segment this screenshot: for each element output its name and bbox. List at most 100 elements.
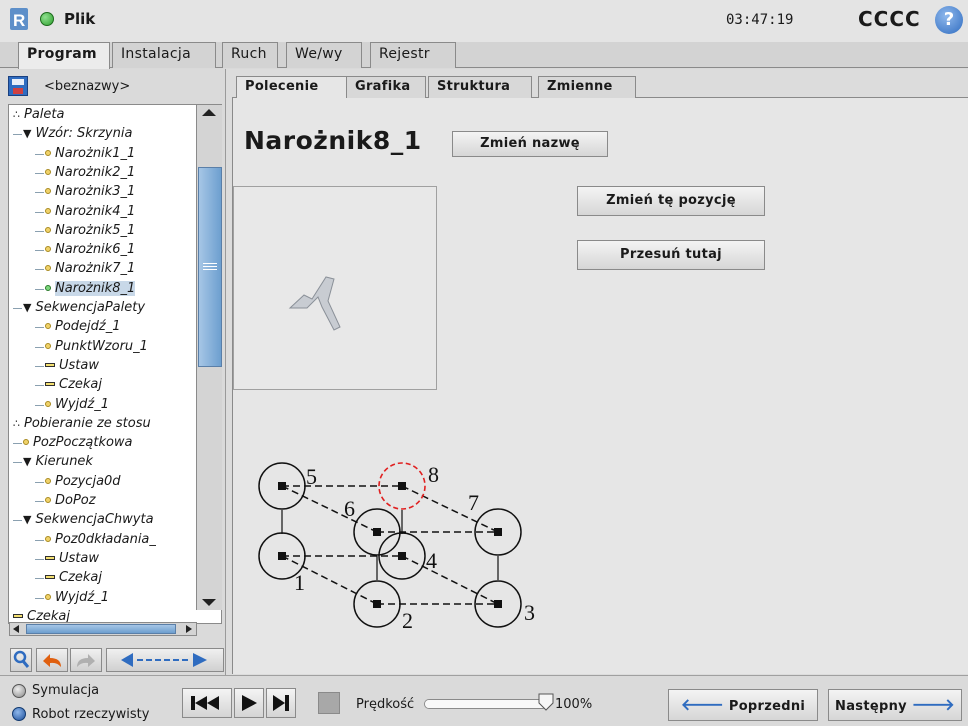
simulation-radio[interactable] xyxy=(12,684,26,698)
tree-node[interactable]: ∴ Pobieranie ze stosu xyxy=(13,414,151,433)
tab-program[interactable]: Program xyxy=(18,42,110,69)
arrow-left-icon: 🡐 xyxy=(680,695,725,714)
label-6: 6 xyxy=(344,496,355,521)
group-icon: ∴ xyxy=(13,416,20,430)
tree-node-label: Pozycja0d xyxy=(55,473,121,489)
speed-slider[interactable] xyxy=(424,699,548,709)
tree-node-label: Narożnik7_1 xyxy=(55,261,136,277)
tree-node[interactable]: Czekaj xyxy=(45,375,102,394)
tree-connector xyxy=(13,443,22,445)
tree-node[interactable]: Podejdź_1 xyxy=(45,317,121,336)
redo-button[interactable] xyxy=(70,648,102,672)
tree-node[interactable]: DoPoz xyxy=(45,491,96,510)
save-icon[interactable] xyxy=(8,76,28,96)
tree-node[interactable]: Narożnik4_1 xyxy=(45,202,135,221)
tree-node[interactable]: PozPoczątkowa xyxy=(23,433,133,452)
tree-node[interactable]: Ustaw xyxy=(45,356,99,375)
next-button[interactable]: Następny 🡒 xyxy=(828,689,962,721)
tree-node[interactable]: Poz0dkładania_ xyxy=(45,530,156,549)
tree-node[interactable]: ▼ SekwencjaChwyta xyxy=(23,510,154,529)
tree-node[interactable]: Pozycja0d xyxy=(45,472,121,491)
speed-slider-handle[interactable] xyxy=(538,693,554,711)
tree-node[interactable]: PunktWzoru_1 xyxy=(45,337,148,356)
tree-node[interactable]: ∴ Paleta xyxy=(13,105,64,124)
tree-node-label: DoPoz xyxy=(55,493,96,508)
tree-node-label: Poz0dkładania_ xyxy=(55,531,156,547)
tree-connector xyxy=(13,308,22,309)
waypoint-icon xyxy=(45,477,51,484)
tab-instalacja[interactable]: Instalacja xyxy=(112,42,216,68)
undo-button[interactable] xyxy=(36,648,68,672)
tree-node[interactable]: Narożnik3_1 xyxy=(45,182,135,201)
command-icon xyxy=(45,555,55,560)
robot-arm-icon xyxy=(288,276,341,331)
scroll-left-icon[interactable] xyxy=(13,625,19,633)
tree-node[interactable]: Ustaw xyxy=(45,549,99,568)
pallet-pattern-diagram: 5 8 6 7 4 1 2 3 xyxy=(258,462,535,633)
waypoint-icon xyxy=(45,207,51,214)
tree-node[interactable]: Wyjdź_1 xyxy=(45,395,109,414)
stop-button[interactable] xyxy=(318,692,340,714)
play-button[interactable] xyxy=(234,688,264,718)
tree-connector xyxy=(35,269,44,271)
tree-node-label: Czekaj xyxy=(59,570,103,586)
real-robot-radio[interactable] xyxy=(12,707,26,721)
tab-rejestr[interactable]: Rejestr xyxy=(370,42,456,68)
tab-struktura[interactable]: Struktura xyxy=(428,76,532,98)
tree-connector xyxy=(13,462,22,464)
file-menu[interactable]: Plik xyxy=(64,10,95,28)
change-position-button[interactable]: Zmień tę pozycję xyxy=(577,186,765,216)
move-node-button[interactable] xyxy=(106,648,224,672)
waypoint-icon xyxy=(45,149,51,156)
simulation-label[interactable]: Symulacja xyxy=(32,683,99,698)
tree-connector xyxy=(35,365,44,367)
tab-wewy[interactable]: We/wy xyxy=(286,42,362,68)
waypoint-icon xyxy=(45,535,51,542)
tree-node[interactable]: Narożnik2_1 xyxy=(45,163,135,182)
tree-connector xyxy=(35,153,44,155)
tree-scrollbar[interactable] xyxy=(196,105,222,610)
search-button[interactable] xyxy=(10,648,32,672)
step-button[interactable] xyxy=(266,688,296,718)
tree-node[interactable]: Narożnik8_1 xyxy=(45,279,136,298)
group-icon: ∴ xyxy=(13,108,20,121)
tree-node-label: Narożnik6_1 xyxy=(55,242,136,258)
real-robot-label[interactable]: Robot rzeczywisty xyxy=(32,707,149,722)
tree-connector xyxy=(35,327,44,329)
scroll-thumb[interactable] xyxy=(198,167,222,367)
tab-grafika[interactable]: Grafika xyxy=(346,76,426,98)
tab-ruch[interactable]: Ruch xyxy=(222,42,278,68)
tree-node[interactable]: ▼ SekwencjaPalety xyxy=(23,298,145,317)
tree-node[interactable]: Narożnik7_1 xyxy=(45,259,135,278)
help-icon[interactable]: ? xyxy=(935,6,963,34)
tree-connector xyxy=(35,558,44,560)
hscroll-thumb[interactable] xyxy=(26,624,176,634)
tree-node[interactable]: Narożnik1_1 xyxy=(45,144,135,163)
label-7: 7 xyxy=(468,490,479,515)
scroll-up-icon[interactable] xyxy=(202,109,216,116)
previous-button[interactable]: 🡐 Poprzedni xyxy=(668,689,818,721)
tab-polecenie[interactable]: Polecenie xyxy=(236,76,348,99)
tree-node[interactable]: Czekaj xyxy=(45,568,102,587)
tree-connector xyxy=(13,134,22,136)
rename-button[interactable]: Zmień nazwę xyxy=(452,131,608,157)
move-here-button[interactable]: Przesuń tutaj xyxy=(577,240,765,270)
tree-node-label: PunktWzoru_1 xyxy=(55,338,148,354)
tree-node[interactable]: Narożnik6_1 xyxy=(45,240,135,259)
scroll-down-icon[interactable] xyxy=(202,599,216,606)
label-1: 1 xyxy=(294,570,305,595)
tab-zmienne[interactable]: Zmienne xyxy=(538,76,636,98)
tree-node[interactable]: Narożnik5_1 xyxy=(45,221,135,240)
tree-node[interactable]: ▼ Kierunek xyxy=(23,452,93,471)
tree-node[interactable]: ▼ Wzór: Skrzynia xyxy=(23,124,132,143)
waypoint-icon xyxy=(45,593,51,600)
tree-node[interactable]: Wyjdź_1 xyxy=(45,588,109,607)
redo-icon xyxy=(77,654,95,667)
scroll-right-icon[interactable] xyxy=(186,625,192,633)
tree-hscrollbar[interactable] xyxy=(9,622,197,636)
label-2: 2 xyxy=(402,608,413,633)
speed-value: 100% xyxy=(555,697,593,712)
program-tree[interactable]: ∴ Paleta ▼ Wzór: Skrzynia Narożnik1_1 Narożni… xyxy=(8,104,222,624)
rewind-button[interactable] xyxy=(182,688,232,718)
arrow-right-icon: 🡒 xyxy=(911,695,955,714)
